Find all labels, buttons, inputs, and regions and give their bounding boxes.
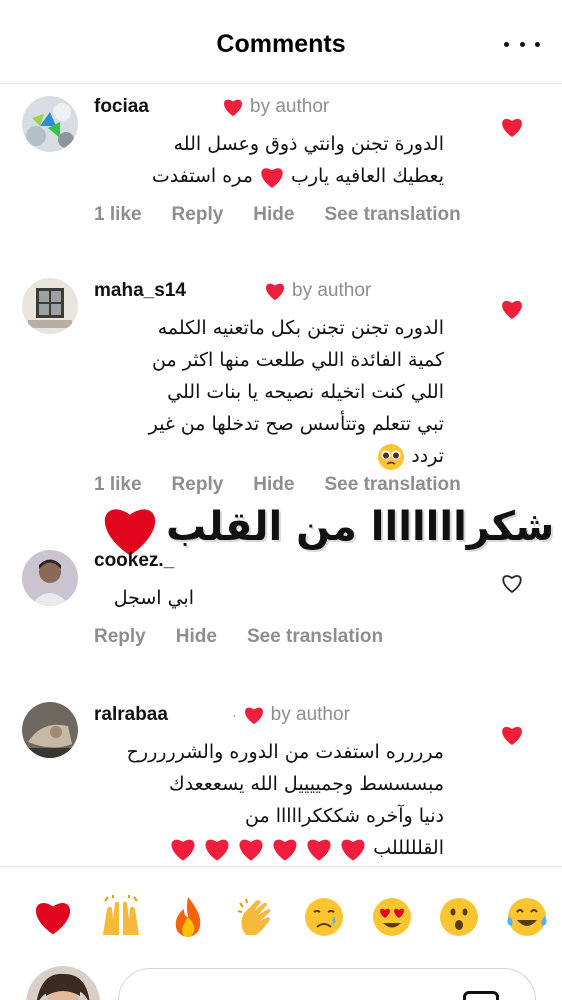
like-heart-icon[interactable] bbox=[500, 298, 524, 320]
comment-line: دنيا وآخره شكككرااااا من bbox=[245, 805, 444, 827]
page-title: Comments bbox=[216, 30, 346, 58]
comment-line-part: يعطيك العافيه يارب bbox=[290, 165, 444, 187]
comment-line: القلللللب bbox=[94, 832, 444, 864]
raised-hands-reaction[interactable] bbox=[98, 894, 144, 940]
hide-button[interactable]: Hide bbox=[253, 204, 294, 226]
hide-button[interactable]: Hide bbox=[176, 626, 217, 648]
avatar[interactable] bbox=[22, 96, 78, 152]
comments-header: Comments bbox=[0, 0, 562, 84]
red-heart-emoji-icon bbox=[171, 839, 195, 861]
red-heart-emoji-icon bbox=[341, 839, 365, 861]
comment-line: ابي اسجل bbox=[113, 587, 194, 609]
comment-input[interactable] bbox=[118, 968, 536, 1000]
comment-line: يعطيك العافيه يارب مره استفدت bbox=[94, 160, 444, 192]
overlay-text: شكرااااااا من القلب bbox=[166, 504, 555, 550]
dot-icon bbox=[519, 41, 525, 47]
comment-actions: 1 like Reply Hide See translation bbox=[94, 204, 461, 226]
pleading-face-emoji-icon bbox=[378, 443, 405, 470]
reply-button[interactable]: Reply bbox=[94, 626, 146, 648]
avatar[interactable] bbox=[22, 702, 78, 758]
liked-by-author-tag: by author bbox=[264, 280, 371, 302]
fire-reaction[interactable] bbox=[165, 894, 211, 940]
comment-item: fociaa by author الدورة تجنن وانتي ذوق و… bbox=[0, 92, 562, 242]
comment-text: الدورة تجنن وانتي ذوق وعسل الله يعطيك ال… bbox=[94, 128, 444, 192]
hide-button[interactable]: Hide bbox=[253, 474, 294, 496]
comment-text: ابي اسجل bbox=[94, 582, 194, 614]
divider bbox=[0, 866, 562, 867]
comment-line: تردد bbox=[94, 440, 444, 472]
more-options-button[interactable] bbox=[504, 30, 540, 58]
red-heart-emoji-icon bbox=[273, 839, 297, 861]
red-heart-icon bbox=[35, 903, 71, 935]
see-translation-button[interactable]: See translation bbox=[324, 204, 460, 226]
heart-icon bbox=[244, 707, 263, 725]
comment-item: maha_s14 by author الدوره تجنن تجنن بكل … bbox=[0, 276, 562, 506]
red-heart-reaction[interactable] bbox=[30, 894, 76, 940]
comment-line: مرررره استفدت من الدوره والشرررررح bbox=[126, 741, 444, 763]
tears-of-joy-face-icon bbox=[507, 898, 547, 936]
comment-line-part: مره استفدت bbox=[151, 165, 253, 187]
comment-text: الدوره تجنن تجنن بكل ماتعنيه الكلمه كمية… bbox=[94, 312, 444, 472]
comment-username[interactable]: fociaa bbox=[94, 96, 149, 118]
comment-text: مرررره استفدت من الدوره والشرررررح مبسسس… bbox=[94, 736, 444, 864]
gif-sticker-icon[interactable] bbox=[463, 991, 499, 1000]
heart-icon bbox=[224, 99, 242, 117]
raised-hands-icon bbox=[102, 895, 139, 935]
dot-icon bbox=[535, 41, 540, 47]
comment-line: الدورة تجنن وانتي ذوق وعسل الله bbox=[173, 133, 444, 155]
author-label: by author bbox=[270, 704, 350, 725]
reply-button[interactable]: Reply bbox=[172, 474, 224, 496]
clapping-hands-reaction[interactable] bbox=[233, 894, 279, 940]
crying-face-reaction[interactable] bbox=[301, 894, 347, 940]
like-heart-icon[interactable] bbox=[500, 116, 524, 138]
red-heart-emoji-icon bbox=[239, 839, 263, 861]
surprised-face-icon bbox=[440, 898, 479, 936]
fire-icon bbox=[176, 897, 201, 937]
clapping-hands-icon bbox=[237, 898, 271, 935]
like-heart-icon[interactable] bbox=[500, 724, 524, 746]
comment-username[interactable]: ralrabaa bbox=[94, 704, 168, 726]
comment-username[interactable]: cookez._ bbox=[94, 550, 174, 572]
red-heart-emoji-icon bbox=[205, 839, 229, 861]
see-translation-button[interactable]: See translation bbox=[247, 626, 383, 648]
comment-item: ralrabaa · by author مرررره استفدت من ال… bbox=[0, 700, 562, 861]
like-count[interactable]: 1 like bbox=[94, 474, 142, 496]
comment-line: الدوره تجنن تجنن بكل ماتعنيه الكلمه bbox=[157, 317, 444, 339]
like-heart-outline-icon[interactable] bbox=[500, 572, 524, 594]
avatar[interactable] bbox=[22, 278, 78, 334]
current-user-avatar[interactable] bbox=[26, 966, 100, 1000]
comment-actions: 1 like Reply Hide See translation bbox=[94, 474, 461, 496]
heart-icon bbox=[266, 283, 284, 301]
tears-of-joy-reaction[interactable] bbox=[504, 894, 550, 940]
heart-eyes-reaction[interactable] bbox=[369, 894, 415, 940]
liked-by-author-tag: by author bbox=[222, 96, 329, 118]
comment-line: تبي تتعلم وتتأسس صح تدخلها من غير bbox=[148, 413, 444, 435]
dot-icon bbox=[504, 41, 509, 47]
heart-eyes-face-icon bbox=[372, 898, 411, 936]
comment-line-part: تردد bbox=[411, 445, 444, 467]
liked-by-author-tag: · by author bbox=[232, 704, 350, 726]
avatar[interactable] bbox=[22, 550, 78, 606]
comment-item: cookez._ ابي اسجل Reply Hide See transla… bbox=[0, 548, 562, 658]
author-label: by author bbox=[292, 280, 372, 301]
see-translation-button[interactable]: See translation bbox=[324, 474, 460, 496]
red-heart-emoji-icon bbox=[307, 839, 331, 861]
red-heart-emoji-icon bbox=[261, 167, 283, 188]
comment-line: اللي كنت اتخيله نصيحه يا بنات اللي bbox=[167, 381, 444, 403]
comment-actions: Reply Hide See translation bbox=[94, 626, 383, 648]
comment-line: كمية الفائدة اللي طلعت منها اكثر من bbox=[152, 349, 444, 371]
comment-username[interactable]: maha_s14 bbox=[94, 280, 186, 302]
reply-button[interactable]: Reply bbox=[172, 204, 224, 226]
separator-dot: · bbox=[232, 707, 237, 723]
quick-reaction-bar bbox=[30, 890, 550, 944]
comment-line: مبسسسط وجمييييل الله يسعععدك bbox=[168, 773, 444, 795]
like-count[interactable]: 1 like bbox=[94, 204, 142, 226]
surprised-face-reaction[interactable] bbox=[436, 894, 482, 940]
author-label: by author bbox=[250, 96, 330, 117]
comment-line-part: القلللللب bbox=[373, 837, 444, 859]
crying-face-icon bbox=[304, 898, 343, 936]
